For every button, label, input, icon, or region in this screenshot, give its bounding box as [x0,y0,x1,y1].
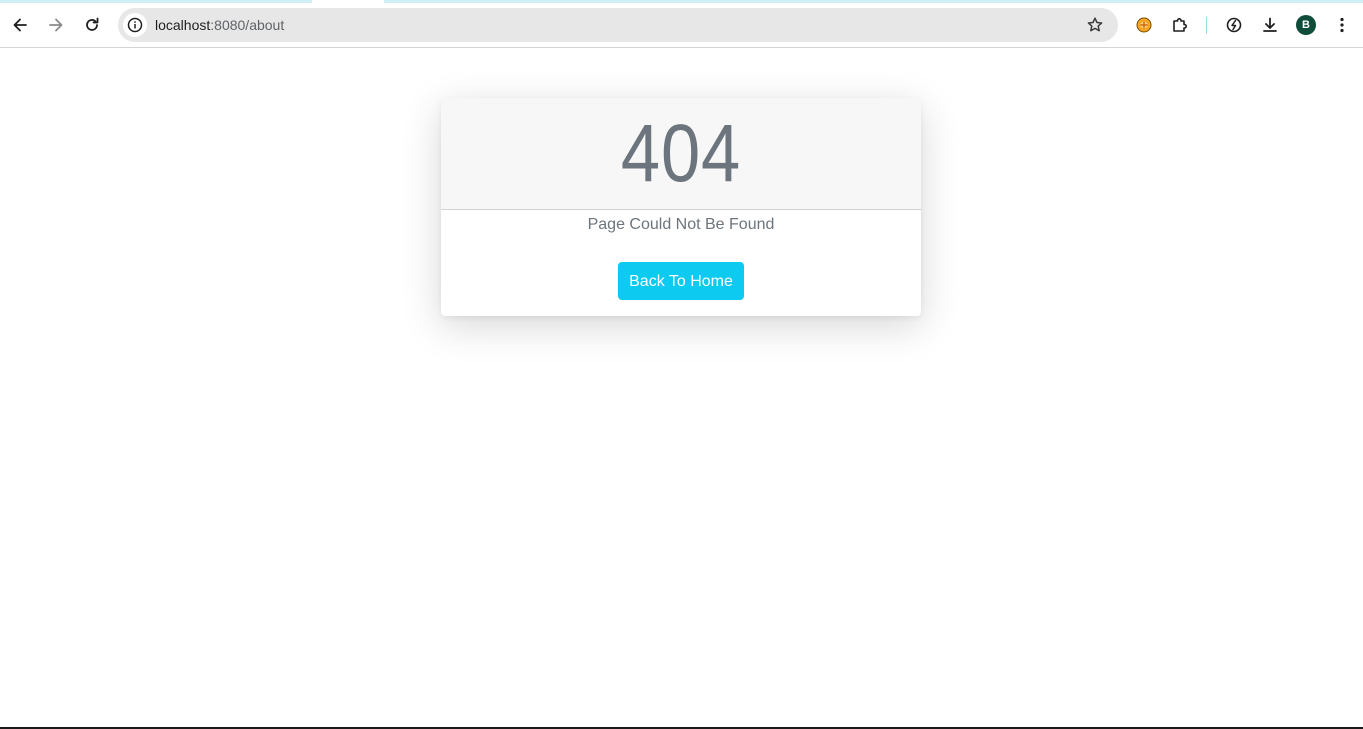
forward-arrow-icon [49,18,63,32]
reload-icon [86,17,99,31]
error-card-header: 404 [441,98,921,210]
toolbar-divider [1206,17,1207,34]
speedometer-icon [1226,17,1242,33]
reload-button[interactable] [76,9,108,41]
error-message: Page Could Not Be Found [587,216,775,233]
site-info-button[interactable] [123,13,147,37]
url-text[interactable]: localhost:8080/about [155,8,284,42]
extensions-menu-button[interactable] [1164,9,1196,41]
downloads-button[interactable] [1254,9,1286,41]
address-bar[interactable]: localhost:8080/about [118,8,1118,42]
back-button[interactable] [4,9,36,41]
orange-extension-icon [1136,17,1152,33]
error-code: 404 [620,108,742,199]
performance-button[interactable] [1218,9,1250,41]
back-arrow-icon [13,18,27,32]
profile-avatar[interactable]: B [1296,15,1316,35]
star-icon [1087,17,1103,32]
kebab-menu-icon [1340,17,1344,33]
browser-menu-button[interactable] [1326,9,1358,41]
error-card: 404 Page Could Not Be Found Back To Home [441,98,921,316]
puzzle-piece-icon [1173,18,1187,32]
back-to-home-button[interactable]: Back To Home [618,262,744,300]
bookmark-button[interactable] [1084,14,1106,36]
extension-button[interactable] [1128,9,1160,41]
url-path: :8080/about [210,17,285,33]
url-host: localhost [155,17,211,33]
info-icon [127,17,143,33]
forward-button[interactable] [40,9,72,41]
download-icon [1263,17,1277,32]
browser-toolbar: localhost:8080/about B [0,3,1363,48]
